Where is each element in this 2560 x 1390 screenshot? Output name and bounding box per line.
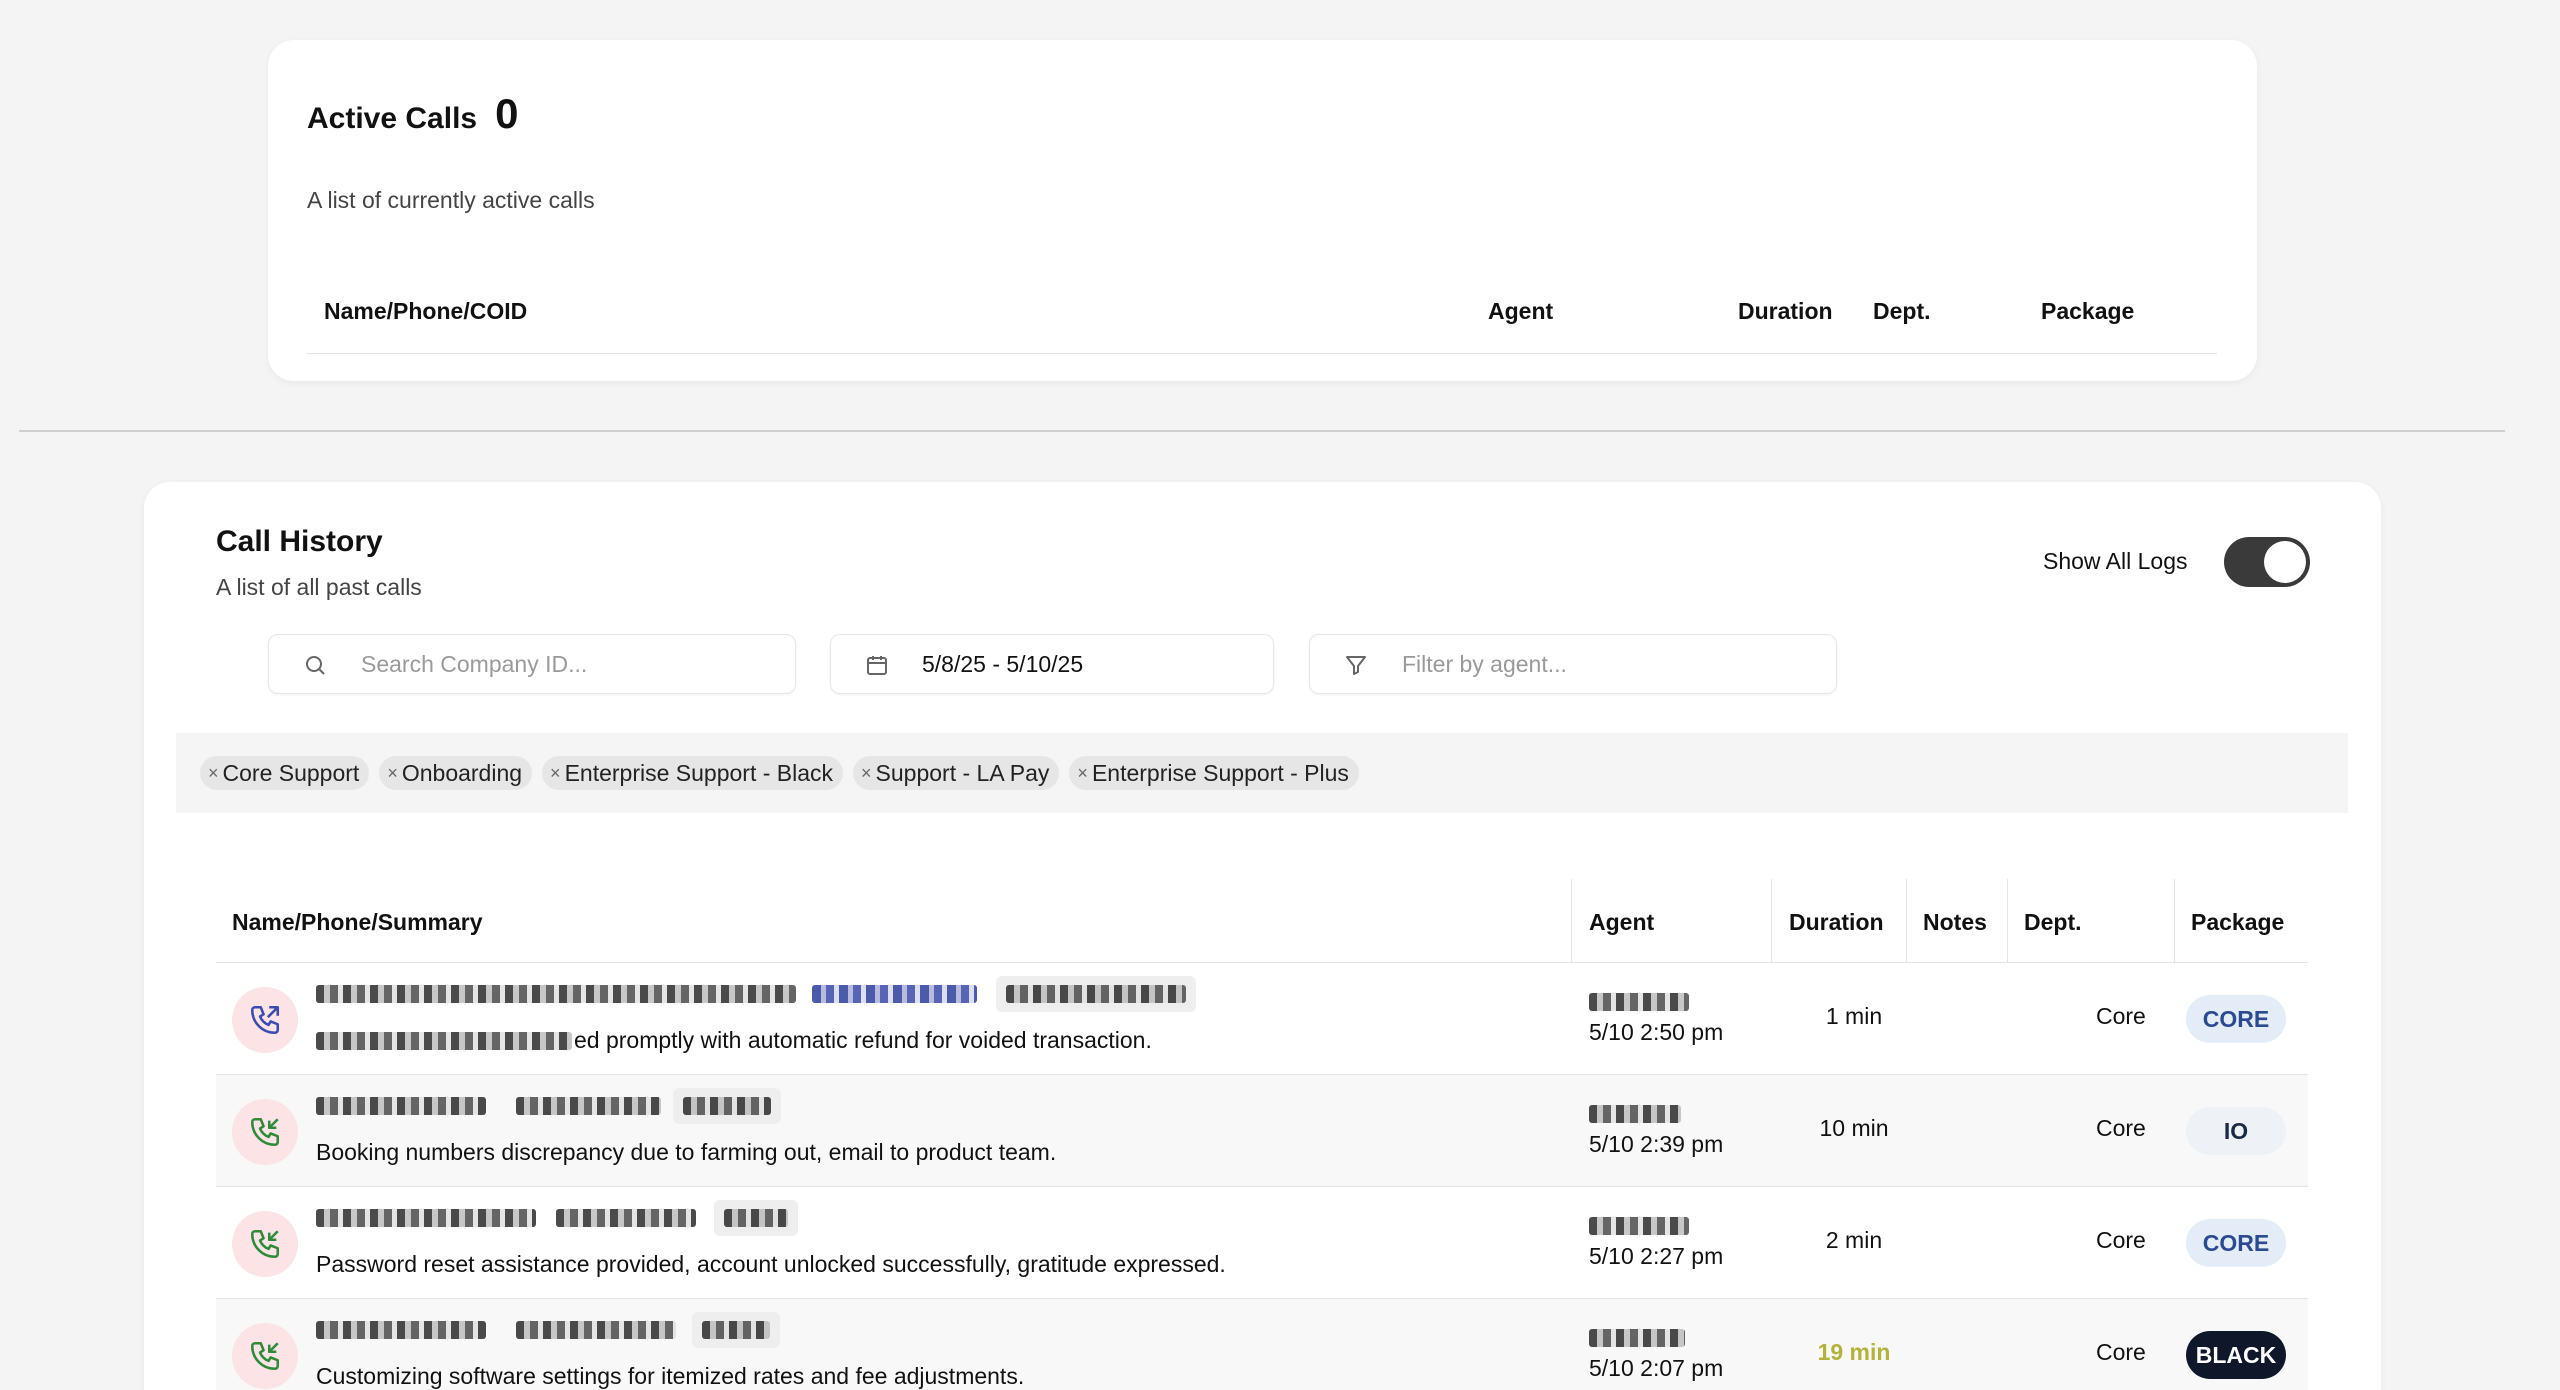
active-calls-heading: Active Calls 0 bbox=[307, 90, 518, 138]
package-badge: BLACK bbox=[2186, 1331, 2286, 1379]
redacted-coid bbox=[1006, 985, 1186, 1003]
column-duration[interactable]: Duration bbox=[1789, 909, 1884, 936]
active-calls-title: Active Calls bbox=[307, 102, 478, 135]
remove-tag-icon[interactable]: × bbox=[1077, 763, 1088, 784]
search-icon bbox=[306, 656, 325, 675]
call-time: 5/10 2:50 pm bbox=[1589, 1019, 1724, 1045]
remove-tag-icon[interactable]: × bbox=[208, 763, 219, 784]
column-agent[interactable]: Agent bbox=[1589, 909, 1654, 936]
call-summary: Booking numbers discrepancy due to farmi… bbox=[316, 1139, 1057, 1165]
redacted-agent bbox=[1589, 1329, 1685, 1347]
toggle-knob bbox=[2264, 541, 2306, 583]
agent-filter-input[interactable] bbox=[1402, 650, 1782, 678]
redacted-coid bbox=[702, 1321, 770, 1339]
dept-tag[interactable]: × Support - LA Pay bbox=[853, 756, 1060, 790]
section-divider bbox=[19, 430, 2505, 432]
call-dept: Core bbox=[2096, 1339, 2146, 1365]
call-summary: ed promptly with automatic refund for vo… bbox=[574, 1027, 1152, 1053]
department-tag-list: × Core Support × Onboarding × Enterprise Su… bbox=[200, 756, 1359, 790]
column-package[interactable]: Package bbox=[2041, 298, 2134, 325]
call-time: 5/10 2:27 pm bbox=[1589, 1243, 1724, 1269]
outbound-call-icon bbox=[232, 987, 298, 1053]
call-dept: Core bbox=[2096, 1227, 2146, 1253]
filter-icon bbox=[1346, 656, 1366, 675]
redacted-agent bbox=[1589, 1217, 1689, 1235]
dept-tag[interactable]: × Core Support bbox=[200, 756, 370, 790]
package-badge: CORE bbox=[2186, 995, 2286, 1043]
call-time: 5/10 2:39 pm bbox=[1589, 1131, 1724, 1157]
call-history-subtitle: A list of all past calls bbox=[216, 574, 422, 600]
column-agent[interactable]: Agent bbox=[1488, 298, 1553, 325]
call-duration: 1 min bbox=[1825, 1003, 1883, 1029]
call-duration: 2 min bbox=[1825, 1227, 1883, 1253]
column-name-phone-summary[interactable]: Name/Phone/Summary bbox=[232, 909, 483, 936]
call-dept: Core bbox=[2096, 1003, 2146, 1029]
remove-tag-icon[interactable]: × bbox=[550, 763, 561, 784]
inbound-call-icon bbox=[232, 1211, 298, 1277]
redacted-phone bbox=[516, 1097, 661, 1115]
call-dept: Core bbox=[2096, 1115, 2146, 1141]
column-dept[interactable]: Dept. bbox=[2024, 909, 2082, 936]
active-calls-count: 0 bbox=[495, 90, 519, 137]
show-all-logs-label: Show All Logs bbox=[2043, 548, 2188, 574]
show-all-logs-toggle[interactable] bbox=[2224, 537, 2310, 587]
active-calls-table-header: Name/Phone/COID Agent Duration Dept. Pac… bbox=[307, 270, 2217, 354]
search-company-input[interactable] bbox=[361, 650, 741, 678]
table-row[interactable]: Password reset assistance provided, acco… bbox=[216, 1187, 2308, 1299]
dept-tag-label: Onboarding bbox=[401, 759, 523, 786]
call-history-card: Call History A list of all past calls Sh… bbox=[144, 482, 2381, 1390]
agent-filter-field[interactable] bbox=[1309, 634, 1837, 694]
date-range-picker[interactable]: 5/8/25 - 5/10/25 bbox=[830, 634, 1274, 694]
call-summary: Customizing software settings for itemiz… bbox=[316, 1363, 1025, 1389]
package-badge: CORE bbox=[2186, 1219, 2286, 1267]
redacted-agent bbox=[1589, 1105, 1681, 1123]
redacted-coid bbox=[724, 1209, 788, 1227]
dept-tag-label: Enterprise Support - Black bbox=[564, 759, 834, 786]
dept-tag-label: Core Support bbox=[222, 759, 360, 786]
call-duration: 19 min bbox=[1817, 1339, 1891, 1365]
call-history-table-header: Name/Phone/Summary Agent Duration Notes … bbox=[216, 879, 2308, 963]
dept-tag-label: Enterprise Support - Plus bbox=[1091, 759, 1349, 786]
redacted-phone bbox=[812, 985, 977, 1003]
redacted-summary-prefix bbox=[316, 1032, 572, 1050]
active-calls-subtitle: A list of currently active calls bbox=[307, 187, 595, 213]
dept-tag-label: Support - LA Pay bbox=[875, 759, 1050, 786]
table-row[interactable]: ed promptly with automatic refund for vo… bbox=[216, 963, 2308, 1075]
column-notes[interactable]: Notes bbox=[1923, 909, 1987, 936]
table-row[interactable]: Customizing software settings for itemiz… bbox=[216, 1299, 2308, 1390]
call-time: 5/10 2:07 pm bbox=[1589, 1355, 1724, 1381]
dept-tag[interactable]: × Enterprise Support - Black bbox=[542, 756, 844, 790]
calendar-icon bbox=[867, 656, 887, 675]
inbound-call-icon bbox=[232, 1323, 298, 1389]
active-calls-card: Active Calls 0 A list of currently activ… bbox=[268, 40, 2257, 381]
column-dept[interactable]: Dept. bbox=[1873, 298, 1931, 325]
redacted-phone bbox=[556, 1209, 696, 1227]
redacted-name bbox=[316, 1097, 486, 1115]
call-duration: 10 min bbox=[1819, 1115, 1889, 1141]
redacted-name bbox=[316, 1321, 486, 1339]
table-row[interactable]: Booking numbers discrepancy due to farmi… bbox=[216, 1075, 2308, 1187]
date-range-value: 5/8/25 - 5/10/25 bbox=[922, 650, 1084, 677]
redacted-coid bbox=[683, 1097, 771, 1115]
remove-tag-icon[interactable]: × bbox=[861, 763, 872, 784]
column-duration[interactable]: Duration bbox=[1738, 298, 1833, 325]
redacted-name bbox=[316, 985, 796, 1003]
dept-tag[interactable]: × Onboarding bbox=[379, 756, 533, 790]
column-name-phone-coid[interactable]: Name/Phone/COID bbox=[324, 298, 527, 325]
call-history-table: Name/Phone/Summary Agent Duration Notes … bbox=[216, 879, 2308, 1390]
call-history-title: Call History bbox=[216, 525, 383, 558]
redacted-phone bbox=[516, 1321, 676, 1339]
redacted-name bbox=[316, 1209, 536, 1227]
package-badge: IO bbox=[2186, 1107, 2286, 1155]
column-package[interactable]: Package bbox=[2191, 909, 2284, 936]
remove-tag-icon[interactable]: × bbox=[387, 763, 398, 784]
search-company-field[interactable] bbox=[268, 634, 796, 694]
redacted-agent bbox=[1589, 993, 1689, 1011]
dept-tag[interactable]: × Enterprise Support - Plus bbox=[1069, 756, 1359, 790]
inbound-call-icon bbox=[232, 1099, 298, 1165]
call-summary: Password reset assistance provided, acco… bbox=[316, 1251, 1226, 1277]
